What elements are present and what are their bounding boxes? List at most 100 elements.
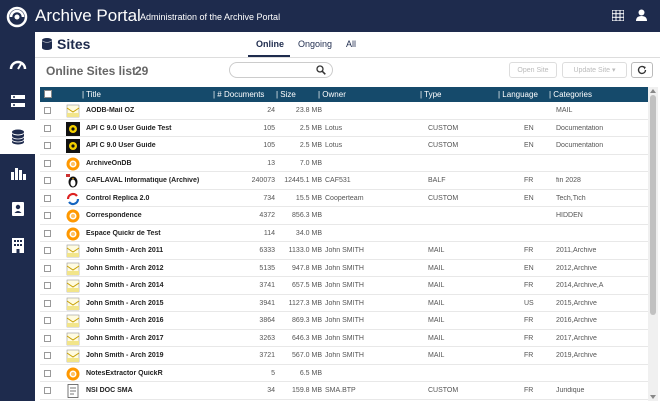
col-type[interactable]: | Type: [420, 90, 442, 99]
cell-categories: HIDDEN: [556, 212, 583, 219]
col-size[interactable]: | Size: [276, 90, 296, 99]
row-checkbox[interactable]: [44, 159, 51, 167]
cell-title[interactable]: John Smith - Arch 2011: [86, 247, 214, 254]
contacts-icon: [11, 202, 24, 216]
logo-icon[interactable]: [6, 6, 28, 28]
cell-language: FR: [524, 387, 534, 394]
table-row[interactable]: API C 9.0 User Guide 105 2.5 MB Lotus CUSTOM…: [40, 137, 652, 155]
table-row[interactable]: John Smith - Arch 2015 3941 1127.3 MB John …: [40, 295, 652, 312]
col-documents[interactable]: | # Documents: [213, 90, 264, 99]
row-checkbox[interactable]: [44, 282, 51, 289]
row-checkbox[interactable]: [44, 124, 51, 132]
grid-icon[interactable]: [612, 10, 624, 21]
cell-title[interactable]: NSI DOC SMA: [86, 387, 214, 394]
sidebar-item-organizations[interactable]: [0, 228, 35, 262]
col-owner[interactable]: | Owner: [318, 90, 346, 99]
row-checkbox[interactable]: [44, 369, 51, 377]
sidebar-item-stats[interactable]: [0, 156, 35, 190]
refresh-button[interactable]: [631, 62, 653, 78]
tab-all[interactable]: All: [346, 39, 356, 49]
cell-title[interactable]: Correspondence: [86, 212, 214, 219]
orange-circle-icon: [66, 209, 80, 223]
col-language[interactable]: | Language: [498, 90, 538, 99]
scroll-down-arrow[interactable]: [650, 395, 656, 399]
user-icon[interactable]: [636, 9, 647, 21]
cell-categories: 2015,Archive: [556, 299, 597, 307]
table-row[interactable]: AODB-Mail OZ 24 23.8 MB MAIL: [40, 102, 652, 120]
cell-categories: Documentation: [556, 124, 604, 132]
row-checkbox[interactable]: [44, 334, 51, 342]
cell-title[interactable]: Control Replica 2.0: [86, 195, 214, 202]
cell-title[interactable]: John Smith - Arch 2014: [86, 282, 214, 289]
col-title[interactable]: | Title: [82, 90, 101, 99]
cell-title[interactable]: Espace Quickr de Test: [86, 230, 214, 237]
table-row[interactable]: API C 9.0 User Guide Test 105 2.5 MB Lotus C…: [40, 120, 652, 137]
cell-title[interactable]: John Smith - Arch 2017: [86, 335, 214, 342]
cell-owner: John SMITH: [325, 247, 364, 254]
cell-type: MAIL: [428, 282, 445, 289]
cell-size: 6.5 MB: [299, 369, 322, 377]
table-row[interactable]: ArchiveOnDB 13 7.0 MB: [40, 155, 652, 172]
table-row[interactable]: Control Replica 2.0 734 15.5 MB Cooperteam C…: [40, 190, 652, 207]
table-row[interactable]: NSI DOC SMA 34 159.8 MB SMA.BTP CUSTOM FR Juri…: [40, 382, 652, 400]
cell-categories: 2014,Archive,A: [556, 282, 604, 289]
cell-language: US: [524, 299, 534, 307]
row-checkbox[interactable]: [44, 264, 51, 272]
cell-title[interactable]: John Smith - Arch 2019: [86, 352, 214, 359]
search-input[interactable]: [229, 62, 333, 78]
select-all-checkbox[interactable]: [44, 90, 52, 98]
row-checkbox[interactable]: [44, 142, 51, 149]
cell-categories: Tech,Tich: [556, 194, 586, 202]
table-row[interactable]: John Smith - Arch 2012 5135 947.8 MB John S…: [40, 260, 652, 277]
cell-title[interactable]: CAFLAVAL Informatique (Archive): [86, 177, 214, 184]
scroll-up-arrow[interactable]: [650, 89, 656, 93]
table-row[interactable]: Espace Quickr de Test 114 34.0 MB: [40, 225, 652, 242]
cell-documents: 5135: [259, 264, 275, 272]
cell-title[interactable]: ArchiveOnDB: [86, 160, 214, 167]
table-row[interactable]: John Smith - Arch 2014 3741 657.5 MB John S…: [40, 277, 652, 295]
sidebar-item-servers[interactable]: [0, 84, 35, 118]
scroll-thumb[interactable]: [650, 95, 656, 315]
open-site-button[interactable]: Open Site: [509, 62, 557, 78]
row-checkbox[interactable]: [44, 229, 51, 237]
table-row[interactable]: Correspondence 4372 856.3 MB HIDDEN: [40, 207, 652, 225]
cell-title[interactable]: NotesExtractor QuickR: [86, 370, 214, 377]
table-row[interactable]: NotesExtractor QuickR 5 6.5 MB: [40, 365, 652, 382]
sidebar-item-sites[interactable]: [0, 120, 35, 154]
cell-title[interactable]: John Smith - Arch 2012: [86, 265, 214, 272]
row-checkbox[interactable]: [44, 299, 51, 307]
cell-title[interactable]: API C 9.0 User Guide Test: [86, 125, 214, 132]
cell-title[interactable]: John Smith - Arch 2016: [86, 317, 214, 324]
row-checkbox[interactable]: [44, 107, 51, 114]
row-checkbox[interactable]: [44, 352, 51, 359]
mail-doc-icon: [66, 349, 80, 363]
sidebar-item-contacts[interactable]: [0, 192, 35, 226]
table-row[interactable]: John Smith - Arch 2019 3721 567.0 MB John S…: [40, 347, 652, 365]
tab-ongoing[interactable]: Ongoing: [298, 39, 332, 49]
table-row[interactable]: John Smith - Arch 2011 6333 1133.0 MB John …: [40, 242, 652, 260]
cell-size: 159.8 MB: [292, 387, 322, 394]
row-checkbox[interactable]: [44, 177, 51, 184]
row-checkbox[interactable]: [44, 194, 51, 202]
cell-title[interactable]: AODB-Mail OZ: [86, 107, 214, 114]
sidebar-item-dashboard[interactable]: [0, 48, 35, 82]
row-checkbox[interactable]: [44, 387, 51, 394]
search-icon[interactable]: [316, 65, 326, 75]
row-checkbox[interactable]: [44, 212, 51, 219]
cell-size: 34.0 MB: [295, 229, 322, 237]
cell-title[interactable]: API C 9.0 User Guide: [86, 142, 214, 149]
row-checkbox[interactable]: [44, 247, 51, 254]
tab-online[interactable]: Online: [256, 39, 284, 49]
cell-title[interactable]: John Smith - Arch 2015: [86, 300, 214, 307]
cell-documents: 3741: [259, 282, 275, 289]
table-row[interactable]: John Smith - Arch 2016 3864 869.3 MB John S…: [40, 312, 652, 330]
cell-type: MAIL: [428, 352, 445, 359]
table-scrollbar[interactable]: [648, 87, 658, 401]
table-row[interactable]: CAFLAVAL Informatique (Archive) 240073 124…: [40, 172, 652, 190]
cell-language: FR: [524, 334, 534, 342]
app-subtitle: Administration of the Archive Portal: [140, 12, 281, 22]
col-categories[interactable]: | Categories: [549, 90, 592, 99]
update-site-button[interactable]: Update Site ▾: [562, 62, 627, 78]
row-checkbox[interactable]: [44, 317, 51, 324]
table-row[interactable]: John Smith - Arch 2017 3263 646.3 MB John S…: [40, 330, 652, 347]
